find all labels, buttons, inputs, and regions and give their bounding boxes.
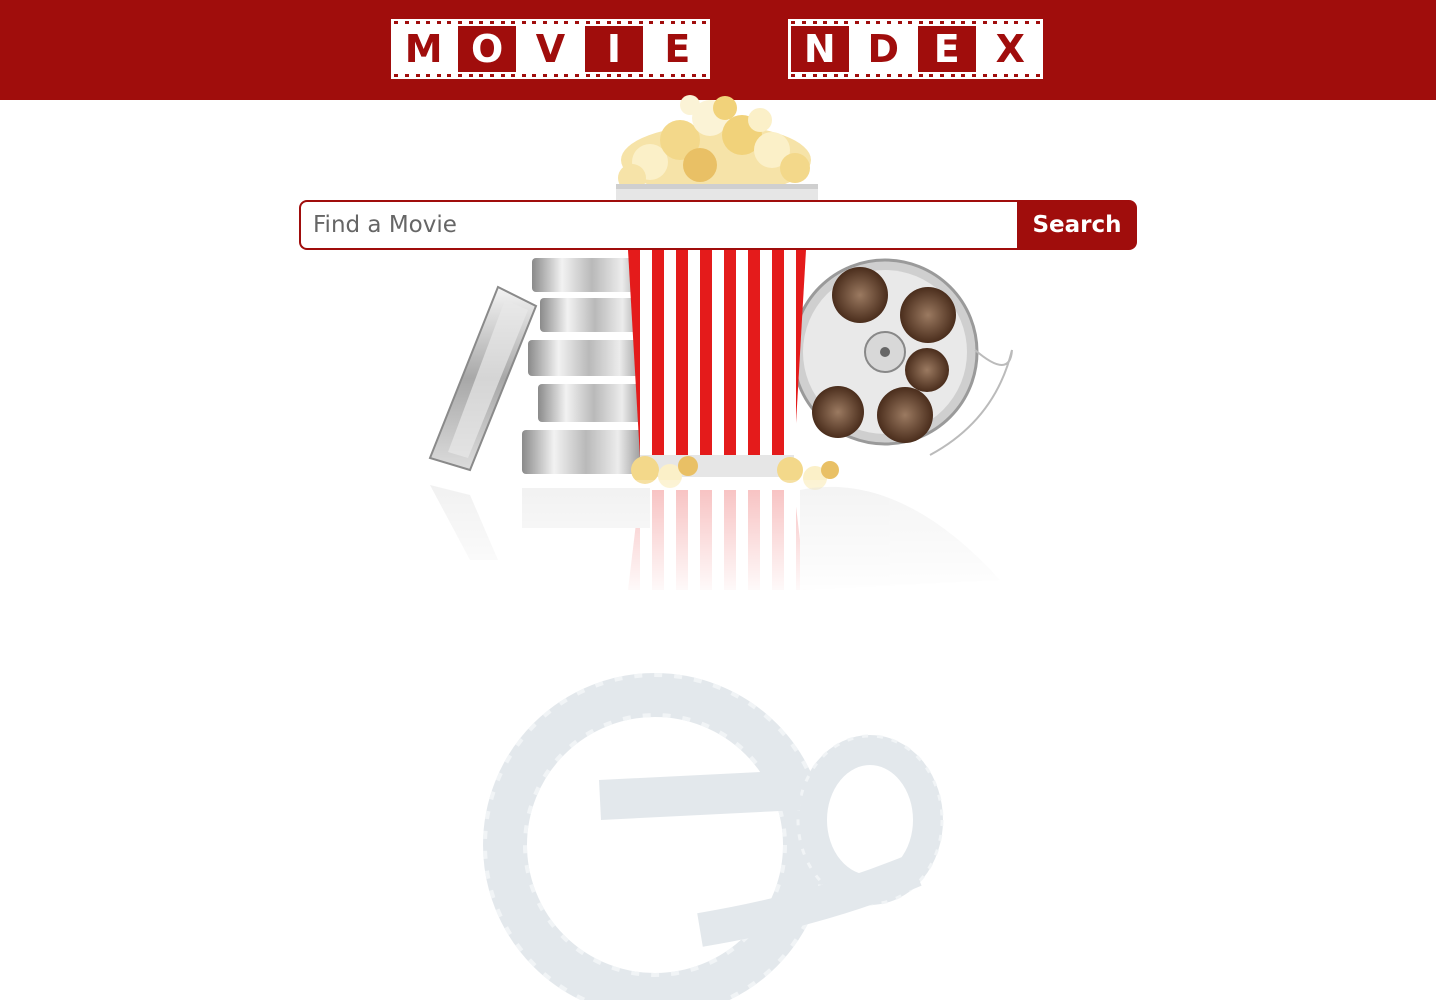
search-button[interactable]: Search xyxy=(1017,200,1137,250)
film-canisters xyxy=(428,258,652,474)
popcorn-top xyxy=(616,95,818,200)
search-bar: Search xyxy=(299,200,1137,250)
film-strip xyxy=(483,673,944,1000)
cinema-illustration xyxy=(400,95,1040,1000)
film-reel xyxy=(791,258,1013,456)
search-input[interactable] xyxy=(299,200,1017,250)
